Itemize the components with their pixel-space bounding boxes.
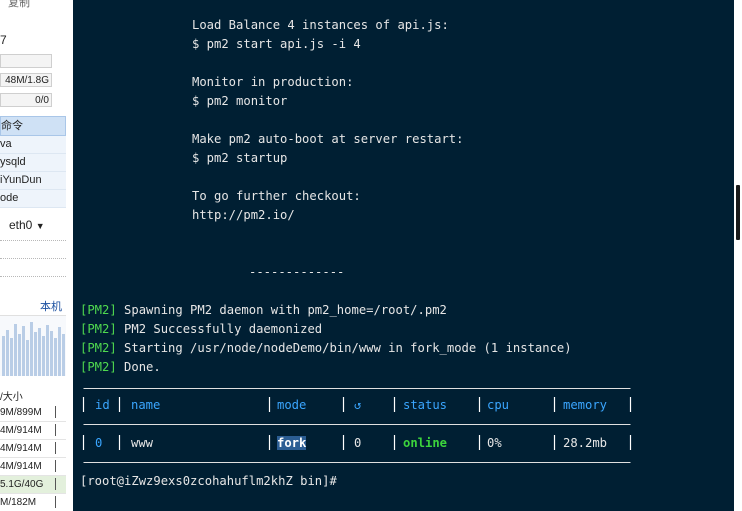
column-header-name: name [131,398,161,412]
disk-usage: 5.1G/40G [0,479,44,490]
process-item[interactable]: ysqld [0,154,66,172]
cell-id: 0 [95,436,103,450]
disk-usage: 9M/899M [0,407,42,418]
pm2-message: PM2 Successfully daemonized [116,322,323,336]
pm2-tag: [PM2] [80,322,117,336]
cell-mode: fork [277,436,307,450]
process-item[interactable]: ode [0,190,66,208]
disk-size-header: /大小 [0,392,23,403]
disk-separator [55,478,56,490]
process-item[interactable]: iYunDun [0,172,66,190]
terminal-line: $ pm2 monitor [192,94,288,108]
disk-separator [55,496,56,508]
disk-row: 9M/899M [0,404,66,422]
terminal-line: $ pm2 start api.js -i 4 [192,37,361,51]
cell-status: online [403,436,448,450]
pm2-log-line: [PM2] Starting /usr/node/nodeDemo/bin/ww… [80,341,572,355]
graph-gridline [0,276,66,277]
terminal-line: $ pm2 startup [192,151,288,165]
column-header-id: id [95,398,110,412]
pm2-message: Spawning PM2 daemon with pm2_home=/root/… [116,303,447,317]
disk-row: M/182M [0,494,66,511]
chevron-down-icon: ▼ [35,221,45,231]
column-header-restarts: ↺ [354,398,362,412]
uptime-value: 7 [0,33,7,47]
cpu-bar [0,54,52,68]
disk-usage: 4M/914M [0,425,42,436]
pm2-log-line: [PM2] PM2 Successfully daemonized [80,322,322,336]
cell-memory: 28.2mb [563,436,608,450]
disk-separator [55,424,56,436]
terminal-line: http://pm2.io/ [192,208,295,222]
process-item[interactable]: va [0,136,66,154]
disk-separator [55,442,56,454]
disk-row: 5.1G/40G [0,476,66,494]
disk-usage: 4M/914M [0,443,42,454]
terminal-line: Monitor in production: [192,75,354,89]
column-header-mode: mode [277,398,307,412]
memory-bar: 48M/1.8G [0,73,52,87]
terminal-line: Load Balance 4 instances of api.js: [192,18,449,32]
process-command-header[interactable]: 命令 [0,116,66,136]
pm2-message: Starting /usr/node/nodeDemo/bin/www in f… [116,341,572,355]
network-graph [0,315,66,376]
graph-gridline [0,258,66,259]
cell-cpu: 0% [487,436,502,450]
terminal-output[interactable]: Load Balance 4 instances of api.js: $ pm… [73,0,734,511]
disk-separator [55,460,56,472]
process-table-borders [82,388,632,463]
pm2-tag: [PM2] [80,360,117,374]
disk-row: 4M/914M [0,422,66,440]
terminal-line: To go further checkout: [192,189,361,203]
terminal-panel[interactable]: Load Balance 4 instances of api.js: $ pm… [71,0,742,511]
pm2-log-line: [PM2] Done. [80,360,161,374]
terminal-scrollbar[interactable] [734,0,742,511]
disk-row: 4M/914M [0,458,66,476]
terminal-separator: ------------- [249,265,345,279]
interface-label: eth0 [9,218,33,232]
copy-label[interactable]: 复制 [8,0,30,10]
server-status-sidebar: 复制 7 48M/1.8G 0/0 命令 va ysqld iYunDun od… [0,0,71,511]
graph-gridline [0,240,66,241]
disk-separator [55,406,56,418]
network-interface-select[interactable]: eth0 ▼ [9,218,45,232]
disk-usage: M/182M [0,497,37,508]
disk-row: 4M/914M [0,440,66,458]
shell-prompt[interactable]: [root@iZwz9exs0zcohahuflm2khZ bin]# [80,474,337,488]
pm2-tag: [PM2] [80,303,117,317]
disk-usage: 4M/914M [0,461,42,472]
cell-restarts: 0 [354,436,362,450]
column-header-status: status [403,398,448,412]
scrollbar-thumb[interactable] [736,185,740,240]
pm2-tag: [PM2] [80,341,117,355]
cell-name: www [131,436,154,450]
machine-label[interactable]: 本机 [40,298,62,314]
swap-bar: 0/0 [0,93,52,107]
pm2-message: Done. [116,360,161,374]
column-header-memory: memory [563,398,608,412]
column-header-cpu: cpu [487,398,510,412]
terminal-line: Make pm2 auto-boot at server restart: [192,132,464,146]
pm2-log-line: [PM2] Spawning PM2 daemon with pm2_home=… [80,303,447,317]
network-graph-svg [2,322,65,376]
